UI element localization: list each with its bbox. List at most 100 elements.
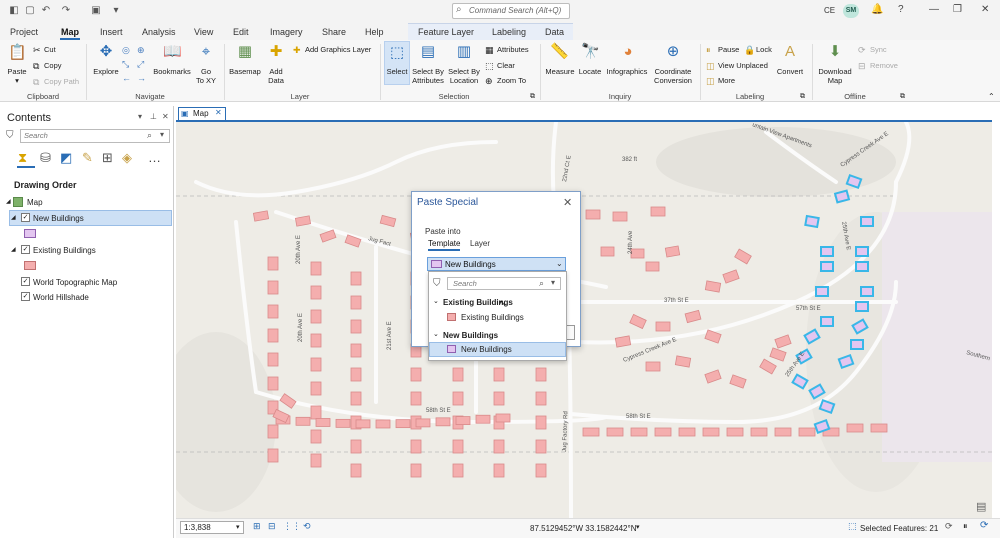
expand-layer-icon[interactable]: ◢	[11, 246, 16, 253]
existing-building[interactable]	[774, 427, 792, 437]
existing-building[interactable]	[535, 439, 547, 454]
existing-building[interactable]	[350, 271, 362, 286]
new-building[interactable]	[820, 261, 834, 272]
existing-building[interactable]	[395, 419, 411, 429]
existing-building[interactable]	[726, 427, 744, 437]
existing-building[interactable]	[310, 429, 322, 444]
existing-building[interactable]	[798, 427, 816, 437]
filter-icon[interactable]: ⛉	[433, 278, 441, 289]
search-icon[interactable]: ⌕	[539, 278, 544, 289]
existing-building[interactable]	[493, 463, 505, 478]
new-building[interactable]	[833, 189, 851, 204]
layer-existing-buildings[interactable]: Existing Buildings	[33, 246, 96, 255]
layer-visibility-checkbox[interactable]: ✓	[21, 292, 30, 301]
offline-options-icon[interactable]: ⧉	[900, 92, 905, 102]
expand-layer-icon[interactable]: ◢	[11, 214, 16, 221]
existing-building[interactable]	[350, 319, 362, 334]
existing-building[interactable]	[535, 391, 547, 406]
attributes-button[interactable]: Attributes	[497, 45, 529, 54]
existing-building[interactable]	[535, 463, 547, 478]
list-by-labeling-icon[interactable]: ◈	[122, 150, 132, 166]
infographics-button[interactable]: Infographics	[604, 67, 650, 76]
grid-icon[interactable]: ⊟	[268, 521, 276, 532]
existing-building[interactable]	[267, 328, 279, 343]
fixed-zoom-icon[interactable]: ⊞	[253, 521, 261, 532]
pin-icon[interactable]: ⊥	[150, 112, 157, 121]
paste-button[interactable]: Paste	[4, 67, 30, 76]
close-button[interactable]: ✕	[981, 4, 989, 15]
map-canvas[interactable]: 382 ft Jug Fact 22nd Ct E 20th Ave E 20t…	[176, 122, 992, 518]
close-map-tab-icon[interactable]: ✕	[215, 108, 222, 117]
collapse-group-icon[interactable]: ⌄	[433, 297, 439, 305]
notification-bell-icon[interactable]: 🔔	[871, 4, 883, 15]
existing-building[interactable]	[674, 355, 692, 368]
existing-building[interactable]	[310, 453, 322, 468]
existing-building[interactable]	[455, 416, 471, 425]
copy-button[interactable]: Copy	[44, 61, 62, 70]
existing-building[interactable]	[335, 418, 351, 428]
new-building[interactable]	[820, 316, 834, 327]
existing-building[interactable]	[678, 427, 696, 437]
existing-building[interactable]	[267, 304, 279, 319]
existing-building[interactable]	[585, 209, 601, 220]
download-map-line2[interactable]: Map	[814, 76, 856, 85]
list-by-editing-icon[interactable]: ✎	[82, 150, 93, 166]
tab-labeling[interactable]: Labeling	[492, 27, 526, 37]
snapping-icon[interactable]: ⋮⋮	[283, 521, 301, 532]
layer-visibility-checkbox[interactable]: ✓	[21, 277, 30, 286]
ok-button[interactable]	[566, 325, 575, 340]
existing-building[interactable]	[493, 439, 505, 454]
filter-icon[interactable]: ⛉	[6, 130, 14, 141]
redo-icon[interactable]: ↷	[60, 5, 72, 17]
template-item-existing-buildings[interactable]: Existing Buildings	[461, 313, 524, 322]
list-by-snapping-icon[interactable]: ⊞	[102, 150, 113, 166]
copy-path-button[interactable]: Copy Path	[44, 77, 79, 86]
existing-building[interactable]	[350, 463, 362, 478]
existing-building[interactable]	[350, 367, 362, 382]
existing-building[interactable]	[410, 391, 422, 406]
existing-building[interactable]	[606, 427, 624, 437]
new-project-icon[interactable]: ▢	[24, 5, 36, 17]
cut-button[interactable]: Cut	[44, 45, 56, 54]
existing-building[interactable]	[750, 427, 768, 437]
existing-building[interactable]	[310, 381, 322, 396]
layer-world-hillshade[interactable]: World Hillshade	[33, 293, 89, 302]
layer-world-topographic-map[interactable]: World Topographic Map	[33, 278, 117, 287]
existing-building[interactable]	[870, 423, 888, 433]
next-extent-icon[interactable]: →	[137, 73, 146, 83]
save-icon[interactable]: ▣	[90, 5, 102, 17]
layer-visibility-checkbox[interactable]: ✓	[21, 245, 30, 254]
existing-building[interactable]	[535, 415, 547, 430]
existing-building[interactable]	[600, 246, 615, 257]
existing-building[interactable]	[350, 439, 362, 454]
pause-button[interactable]: Pause	[718, 45, 739, 54]
existing-building[interactable]	[315, 418, 331, 427]
existing-building[interactable]	[267, 376, 279, 391]
paste-dropdown-icon[interactable]: ▾	[14, 76, 20, 85]
chevron-down-icon[interactable]: ▾	[636, 523, 640, 531]
existing-building[interactable]	[267, 424, 279, 439]
existing-building[interactable]	[267, 352, 279, 367]
existing-building[interactable]	[350, 391, 362, 406]
existing-building[interactable]	[664, 245, 681, 258]
existing-building[interactable]	[612, 211, 628, 222]
dialog-close-button[interactable]: ✕	[563, 196, 572, 209]
bookmarks-button[interactable]: Bookmarks	[152, 67, 192, 76]
layer-map[interactable]: Map	[27, 198, 43, 207]
tab-data[interactable]: Data	[545, 27, 564, 37]
explore-button[interactable]: Explore	[92, 67, 120, 76]
list-by-drawing-order-icon[interactable]: ⧗	[18, 150, 27, 166]
existing-building[interactable]	[493, 391, 505, 406]
existing-building[interactable]	[267, 256, 279, 271]
add-data-line1[interactable]: Add	[264, 67, 288, 76]
existing-building[interactable]	[702, 427, 720, 437]
tab-project[interactable]: Project	[10, 27, 38, 37]
zoom-to-button[interactable]: Zoom To	[497, 76, 526, 85]
help-icon[interactable]: ?	[898, 4, 904, 15]
search-options-icon[interactable]: ▾	[160, 130, 164, 139]
list-by-selection-icon[interactable]: ◩	[60, 150, 72, 166]
existing-building[interactable]	[495, 413, 511, 423]
refresh-icon[interactable]: ⟳	[945, 521, 953, 532]
basemap-button[interactable]: Basemap	[228, 67, 262, 76]
existing-building[interactable]	[535, 367, 547, 382]
